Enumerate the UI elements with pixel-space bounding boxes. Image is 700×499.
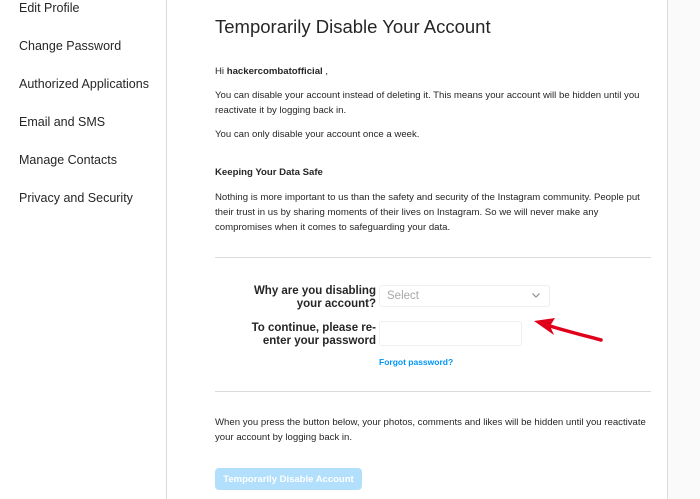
reason-select[interactable]: Select xyxy=(379,285,550,307)
divider xyxy=(215,391,651,392)
footer-note: When you press the button below, your ph… xyxy=(215,417,646,443)
sidebar-item-edit-profile[interactable]: Edit Profile xyxy=(19,1,79,15)
page-title: Temporarily Disable Your Account xyxy=(215,16,491,37)
greeting-prefix: Hi xyxy=(215,66,227,77)
username: hackercombatofficial xyxy=(226,66,323,77)
greeting: Hi hackercombatofficial , xyxy=(215,64,651,79)
divider xyxy=(215,257,651,258)
chevron-down-icon xyxy=(532,293,540,298)
settings-panel: Edit Profile Change Password Authorized … xyxy=(0,0,668,499)
section-heading: Keeping Your Data Safe xyxy=(215,167,323,178)
reason-select-value: Select xyxy=(387,290,419,302)
reason-label: Why are you disabling your account? xyxy=(253,285,376,310)
sidebar-item-manage-contacts[interactable]: Manage Contacts xyxy=(19,153,117,167)
forgot-password-link[interactable]: Forgot password? xyxy=(379,357,453,367)
disable-explanation: You can disable your account instead of … xyxy=(215,90,640,116)
temporarily-disable-account-button[interactable]: Temporarily Disable Account xyxy=(215,468,362,490)
red-arrow-annotation xyxy=(534,318,603,342)
sidebar-item-authorized-applications[interactable]: Authorized Applications xyxy=(19,77,149,91)
disable-frequency-note: You can only disable your account once a… xyxy=(215,129,420,140)
sidebar-item-privacy-security[interactable]: Privacy and Security xyxy=(19,191,133,205)
sidebar-item-email-sms[interactable]: Email and SMS xyxy=(19,115,105,129)
password-input[interactable] xyxy=(379,321,522,346)
disable-account-content: Temporarily Disable Your Account Hi hack… xyxy=(215,0,651,499)
password-label: To continue, please re-enter your passwo… xyxy=(251,322,376,347)
data-safety-text: Nothing is more important to us than the… xyxy=(215,192,640,233)
greeting-suffix: , xyxy=(322,66,329,77)
settings-sidebar: Edit Profile Change Password Authorized … xyxy=(0,0,167,499)
sidebar-item-change-password[interactable]: Change Password xyxy=(19,39,121,53)
